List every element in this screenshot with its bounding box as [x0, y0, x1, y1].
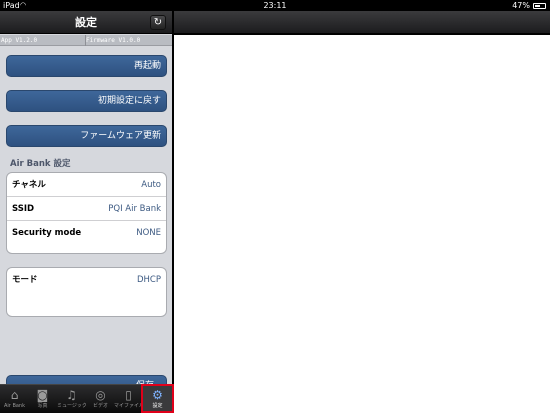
drive-icon: ⌂: [10, 388, 19, 402]
tab-label: ミュージック: [57, 403, 86, 409]
highlight-box: [141, 384, 174, 413]
firmware-update-button[interactable]: ファームウェア更新: [6, 125, 167, 147]
tab-label: Air Bank: [3, 403, 25, 409]
mode-row[interactable]: モード DHCP: [7, 268, 166, 292]
detail-nav-bar: [174, 11, 550, 34]
channel-label: チャネル: [12, 180, 46, 190]
mode-label: モード: [12, 275, 38, 285]
status-bar: iPad ◠ 23:11 47%: [0, 0, 550, 11]
channel-row[interactable]: チャネル Auto: [7, 173, 166, 197]
ssid-value: PQI Air Bank: [108, 204, 161, 214]
version-strip: App V1.2.0 Firmware V1.0.0: [0, 35, 172, 46]
film-icon: ◎: [95, 388, 106, 402]
detail-pane: [174, 35, 550, 413]
tab-label: 写真: [37, 403, 48, 409]
tab-video[interactable]: ◎ ビデオ: [86, 385, 115, 413]
security-mode-value: NONE: [136, 228, 161, 238]
firmware-version: Firmware V1.0.0: [86, 37, 141, 44]
ssid-row[interactable]: SSID PQI Air Bank: [7, 197, 166, 221]
section-header: Air Bank 設定: [10, 159, 71, 169]
settings-pane: 設定 ↻ App V1.2.0 Firmware V1.0.0 再起動 初期設定…: [0, 11, 172, 413]
refresh-button[interactable]: ↻: [150, 15, 166, 30]
nav-bar: 設定 ↻: [0, 11, 172, 34]
tab-photos[interactable]: ◙ 写真: [28, 385, 57, 413]
network-settings-group: モード DHCP: [6, 267, 167, 317]
tab-music[interactable]: ♫ ミュージック: [57, 385, 86, 413]
restart-button[interactable]: 再起動: [6, 55, 167, 77]
tab-label: ビデオ: [92, 403, 108, 409]
airbank-settings-group: チャネル Auto SSID PQI Air Bank Security mod…: [6, 172, 167, 254]
tab-my-files[interactable]: ▯ マイファイル: [114, 385, 143, 413]
camera-icon: ◙: [36, 388, 49, 402]
page-title: 設定: [75, 16, 97, 29]
factory-reset-button[interactable]: 初期設定に戻す: [6, 90, 167, 112]
security-mode-row[interactable]: Security mode NONE: [7, 221, 166, 254]
security-mode-label: Security mode: [12, 228, 82, 238]
channel-value: Auto: [141, 180, 161, 190]
clock: 23:11: [263, 1, 287, 10]
tab-airbank[interactable]: ⌂ Air Bank: [0, 385, 29, 413]
battery-percent: 47%: [512, 1, 530, 10]
ssid-label: SSID: [12, 204, 35, 214]
app-version: App V1.2.0: [1, 37, 38, 44]
phone-icon: ▯: [125, 388, 132, 402]
music-icon: ♫: [66, 388, 77, 402]
tab-label: マイファイル: [114, 403, 143, 409]
refresh-icon: ↻: [153, 17, 163, 28]
mode-value: DHCP: [137, 275, 161, 285]
battery-icon: [533, 3, 546, 9]
